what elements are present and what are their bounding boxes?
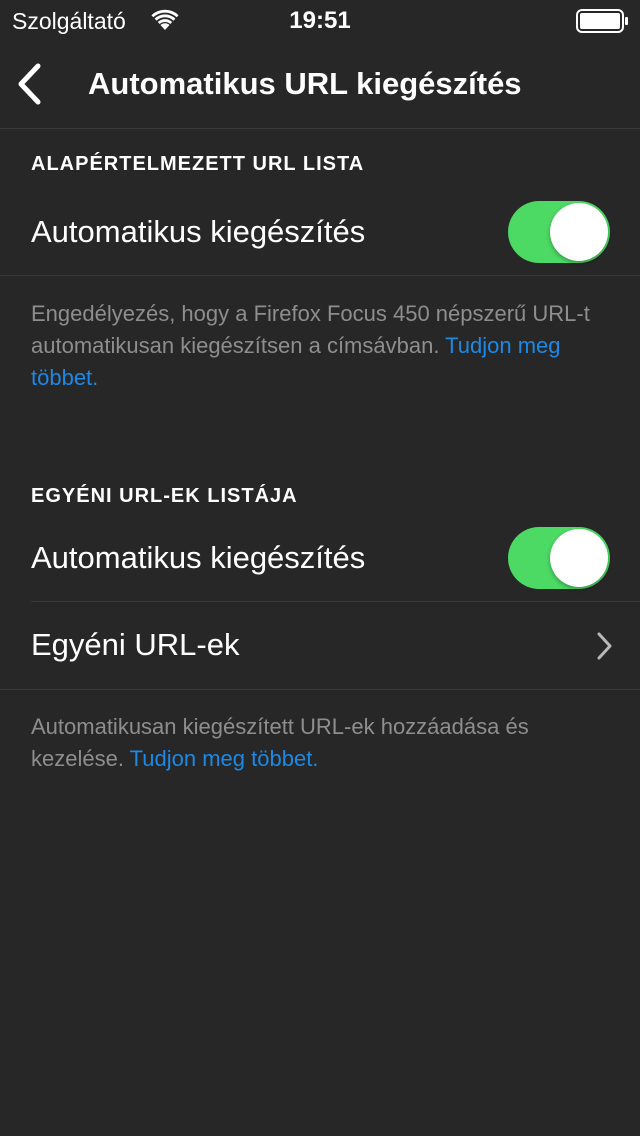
section-header-custom-list: EGYÉNI URL-EK LISTÁJA xyxy=(31,485,298,507)
default-autocomplete-row: Automatikus kiegészítés xyxy=(0,189,640,275)
battery-full-icon xyxy=(576,9,630,33)
custom-list-description: Automatikusan kiegészített URL-ek hozzáa… xyxy=(31,711,611,775)
page-title: Automatikus URL kiegészítés xyxy=(88,66,522,101)
chevron-left-icon xyxy=(18,63,41,105)
status-time: 19:51 xyxy=(289,7,351,34)
custom-urls-row[interactable]: Egyéni URL-ek xyxy=(0,602,640,688)
status-bar: Szolgáltató 19:51 xyxy=(0,0,640,40)
section-header-default-list: ALAPÉRTELMEZETT URL LISTA xyxy=(31,153,365,175)
default-autocomplete-toggle[interactable] xyxy=(508,201,610,263)
default-list-description: Engedélyezés, hogy a Firefox Focus 450 n… xyxy=(31,298,611,394)
custom-autocomplete-row: Automatikus kiegészítés xyxy=(0,515,640,601)
custom-autocomplete-label: Automatikus kiegészítés xyxy=(31,540,366,575)
custom-autocomplete-toggle[interactable] xyxy=(508,527,610,589)
navigation-bar: Automatikus URL kiegészítés xyxy=(0,40,640,129)
divider xyxy=(0,275,640,276)
default-autocomplete-label: Automatikus kiegészítés xyxy=(31,214,366,249)
custom-urls-label: Egyéni URL-ek xyxy=(31,627,240,662)
divider xyxy=(0,689,640,690)
toggle-knob xyxy=(550,529,608,587)
custom-learn-more-link[interactable]: Tudjon meg többet. xyxy=(130,746,319,771)
toggle-knob xyxy=(550,203,608,261)
chevron-right-icon xyxy=(596,632,612,660)
back-button[interactable] xyxy=(8,58,56,110)
